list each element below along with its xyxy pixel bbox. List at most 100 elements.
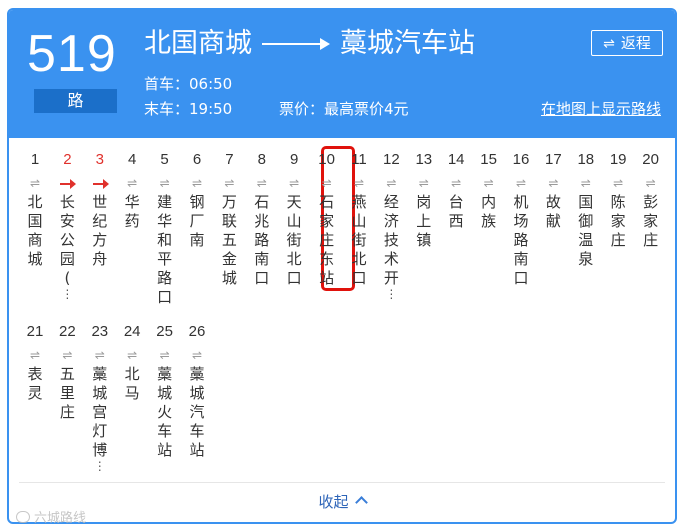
stop-item[interactable]: 6 ⇌ 钢厂南: [182, 150, 212, 250]
stop-name: 石家庄东站: [319, 193, 335, 287]
stop-item[interactable]: 21 ⇌ 表灵: [20, 322, 50, 403]
stop-number: 26: [188, 323, 206, 340]
stop-name: 五里庄: [59, 365, 75, 421]
stop-number: 23: [91, 323, 109, 340]
stop-name: 陈家庄: [610, 193, 626, 249]
route-title: 北国商城 藁城汽车站: [144, 26, 475, 62]
stop-name: 经济技术开: [383, 193, 399, 287]
stop-number: 8: [257, 151, 266, 168]
truncation-indicator: ⋮: [61, 287, 74, 301]
stop-number: 17: [545, 151, 562, 168]
two-way-icon: ⇌: [418, 176, 429, 190]
stop-item[interactable]: 3 世纪方舟: [85, 150, 115, 269]
two-way-icon: ⇌: [191, 176, 203, 190]
fare-info: 票价：最高票价4元: [279, 100, 409, 118]
stop-name: 彭家庄: [643, 193, 659, 249]
two-way-icon: ⇌: [127, 348, 138, 362]
stop-name: 北国商城: [27, 193, 43, 268]
stop-name: 建华和平路口: [157, 193, 173, 306]
stop-name: 台西: [448, 193, 464, 230]
two-way-icon: ⇌: [645, 176, 656, 190]
stop-item[interactable]: 9 ⇌ 天山街北口: [279, 150, 309, 288]
first-bus-time: 首车：06:50: [144, 75, 233, 93]
two-way-icon: ⇌: [548, 176, 559, 190]
watermark-logo-icon: [16, 511, 30, 523]
two-way-icon: ⇌: [451, 176, 462, 190]
stop-name: 故献: [545, 193, 561, 230]
stop-number: 1: [30, 151, 40, 168]
stop-item[interactable]: 1 ⇌ 北国商城: [20, 150, 50, 269]
right-arrow-icon: [262, 26, 330, 62]
stop-item[interactable]: 7 ⇌ 万联五金城: [214, 150, 244, 288]
stop-number: 10: [318, 151, 335, 168]
stop-item[interactable]: 24 ⇌ 北马: [117, 322, 147, 403]
stop-item[interactable]: 5 ⇌ 建华和平路口: [150, 150, 180, 307]
two-way-icon: ⇌: [483, 176, 494, 190]
stop-name: 北马: [124, 365, 140, 402]
collapse-label: 收起: [318, 493, 349, 511]
stop-item[interactable]: 22 ⇌ 五里庄: [52, 322, 82, 422]
show-on-map-link[interactable]: 在地图上显示路线: [541, 99, 661, 119]
two-way-icon: ⇌: [94, 348, 105, 362]
stop-item[interactable]: 12 ⇌ 经济技术开 ⋮: [376, 150, 406, 300]
stop-number: 15: [480, 151, 497, 168]
return-trip-button[interactable]: ⇌ 返程: [591, 30, 663, 56]
stop-number: 18: [577, 151, 595, 168]
stop-name: 石兆路南口: [254, 193, 270, 287]
two-way-icon: ⇌: [289, 176, 300, 190]
stop-item[interactable]: 14 ⇌ 台西: [441, 150, 471, 231]
arrow-tip: [70, 179, 77, 189]
bus-route-card: 519 路 北国商城 藁城汽车站 首车：06:50 末车：19:50 票价：最高票…: [7, 8, 677, 524]
stop-number: 3: [95, 151, 104, 168]
stop-name: 藁城汽车站: [189, 365, 205, 459]
stop-name: 内族: [481, 193, 497, 230]
stop-number: 13: [415, 151, 433, 168]
stop-number: 24: [123, 323, 141, 340]
stop-item[interactable]: 18 ⇌ 国御温泉: [571, 150, 601, 269]
stop-item[interactable]: 2 长安公园(⋮: [52, 150, 82, 300]
collapse-button[interactable]: 收起: [9, 492, 675, 512]
two-way-icon: ⇌: [580, 176, 591, 190]
truncation-indicator: ⋮: [385, 287, 398, 301]
stop-number: 16: [512, 151, 530, 168]
stop-number: 4: [128, 151, 137, 168]
stop-item[interactable]: 13 ⇌ 岗上镇: [409, 150, 439, 250]
stop-name: 万联五金城: [221, 193, 237, 287]
stop-item[interactable]: 15 ⇌ 内族: [474, 150, 504, 231]
stop-item[interactable]: 4 ⇌ 华药: [117, 150, 147, 231]
two-way-icon: ⇌: [159, 176, 170, 190]
two-way-icon: ⇌: [256, 176, 267, 190]
stop-item[interactable]: 10 ⇌ 石家庄东站: [312, 150, 342, 288]
stop-item[interactable]: 25 ⇌ 藁城火车站: [150, 322, 180, 460]
two-way-icon: ⇌: [224, 176, 235, 190]
stop-item[interactable]: 20 ⇌ 彭家庄: [636, 150, 666, 250]
stop-number: 2: [63, 151, 72, 168]
stop-name: 燕山街北口: [351, 193, 367, 287]
route-header: 519 路 北国商城 藁城汽车站 首车：06:50 末车：19:50 票价：最高票…: [9, 10, 675, 138]
stop-number: 14: [447, 151, 465, 168]
stop-item[interactable]: 26 ⇌ 藁城汽车站: [182, 322, 212, 460]
return-trip-label: 返程: [620, 34, 651, 52]
footer-divider: [19, 482, 665, 483]
two-way-icon: ⇌: [127, 176, 138, 190]
two-way-icon: ⇌: [613, 176, 624, 190]
stop-item[interactable]: 23 ⇌ 藁城宫灯博 ⋮: [85, 322, 115, 472]
stop-number: 20: [642, 151, 659, 168]
stop-number: 21: [26, 323, 44, 340]
route-origin: 北国商城: [144, 28, 252, 59]
stop-number: 7: [225, 151, 234, 168]
stop-name: 华药: [124, 193, 140, 230]
stop-item[interactable]: 11 ⇌ 燕山街北口: [344, 150, 374, 288]
route-number: 519: [27, 25, 117, 83]
watermark: 六城路线: [16, 507, 86, 526]
stop-item[interactable]: 16 ⇌ 机场路南口: [506, 150, 536, 288]
stop-item[interactable]: 17 ⇌ 故献: [538, 150, 568, 231]
two-way-icon: ⇌: [386, 176, 397, 190]
stop-name: 长安公园(: [59, 193, 75, 287]
stop-number: 5: [160, 151, 169, 168]
stop-number: 6: [192, 151, 202, 168]
swap-icon: ⇌: [603, 36, 615, 52]
stop-item[interactable]: 8 ⇌ 石兆路南口: [247, 150, 277, 288]
stop-name: 机场路南口: [513, 193, 529, 287]
stop-item[interactable]: 19 ⇌ 陈家庄: [603, 150, 633, 250]
